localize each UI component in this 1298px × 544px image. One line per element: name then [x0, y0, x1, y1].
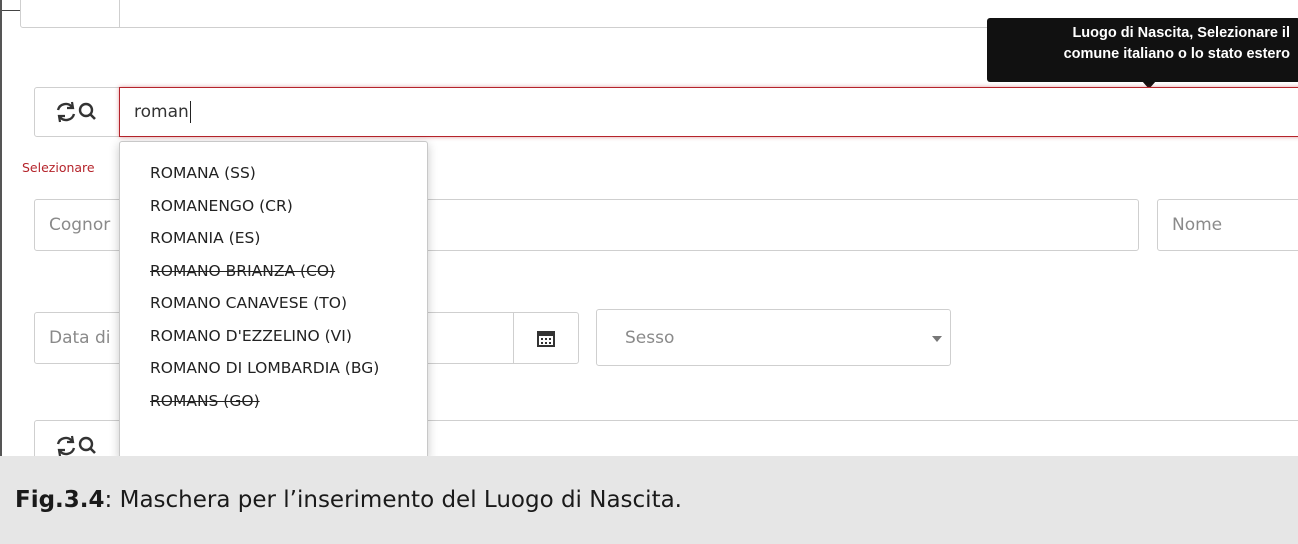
birthplace-autocomplete-list: ROMANA (SS) ROMANENGO (CR) ROMANIA (ES) ROM…: [119, 141, 428, 456]
autocomplete-option-label: ROMANIA (ES): [150, 229, 261, 248]
autocomplete-option: ROMANO BRIANZA (CO): [120, 255, 427, 288]
tooltip-line-1: Luogo di Nascita, Selezionare il: [1072, 25, 1290, 41]
refresh-search-icon: [54, 101, 100, 123]
nome-input[interactable]: Nome: [1157, 199, 1298, 251]
autocomplete-option-label: ROMANO CANAVESE (TO): [150, 294, 348, 313]
refresh-search-icon: [54, 435, 100, 456]
text-caret: [189, 101, 191, 123]
top-partial-button[interactable]: [20, 0, 120, 28]
form-screenshot: Luogo di Nascita, Selezionare il comune …: [0, 0, 1298, 456]
autocomplete-option[interactable]: ROMANIA (ES): [120, 222, 427, 255]
autocomplete-option-label: ROMANS (GO): [150, 391, 260, 410]
nome-placeholder: Nome: [1172, 215, 1223, 235]
caret-down-icon[interactable]: [932, 336, 942, 342]
birthplace-tooltip: Luogo di Nascita, Selezionare il comune …: [987, 18, 1298, 82]
autocomplete-option-label: ROMANA (SS): [150, 164, 256, 183]
birthplace-error: Selezionare: [22, 160, 95, 175]
tooltip-line-2: comune italiano o lo stato estero: [1063, 46, 1290, 62]
second-search-button[interactable]: [34, 420, 120, 456]
figure-caption: Fig.3.4: Maschera per l’inserimento del …: [0, 456, 1298, 544]
birthplace-input-value: roman: [134, 102, 189, 122]
calendar-icon: [537, 330, 555, 347]
caption-label: Fig.3.4: [15, 487, 105, 513]
autocomplete-option-label: ROMANO DI LOMBARDIA (BG): [150, 359, 380, 378]
autocomplete-option[interactable]: ROMANO CANAVESE (TO): [120, 287, 427, 320]
sesso-select[interactable]: Sesso: [596, 309, 951, 366]
data-nascita-placeholder: Data di: [49, 328, 111, 348]
cognome-placeholder: Cognor: [49, 215, 111, 235]
autocomplete-option: ROMANS (GO): [120, 385, 427, 418]
autocomplete-option[interactable]: ROMANA (SS): [120, 157, 427, 190]
birthplace-input[interactable]: roman: [119, 87, 1298, 137]
calendar-button[interactable]: [513, 312, 579, 364]
caption-text: : Maschera per l’inserimento del Luogo d…: [104, 487, 682, 513]
birthplace-search-button[interactable]: [34, 87, 120, 137]
autocomplete-option[interactable]: ROMANO DI LOMBARDIA (BG): [120, 352, 427, 385]
sesso-placeholder: Sesso: [625, 327, 675, 348]
autocomplete-option-label: ROMANO D'EZZELINO (VI): [150, 326, 352, 345]
autocomplete-option[interactable]: ROMANENGO (CR): [120, 190, 427, 223]
autocomplete-option-label: ROMANENGO (CR): [150, 196, 293, 215]
autocomplete-option-label: ROMANO BRIANZA (CO): [150, 261, 336, 280]
frame-edge: [2, 10, 22, 11]
autocomplete-option[interactable]: ROMANO D'EZZELINO (VI): [120, 320, 427, 353]
